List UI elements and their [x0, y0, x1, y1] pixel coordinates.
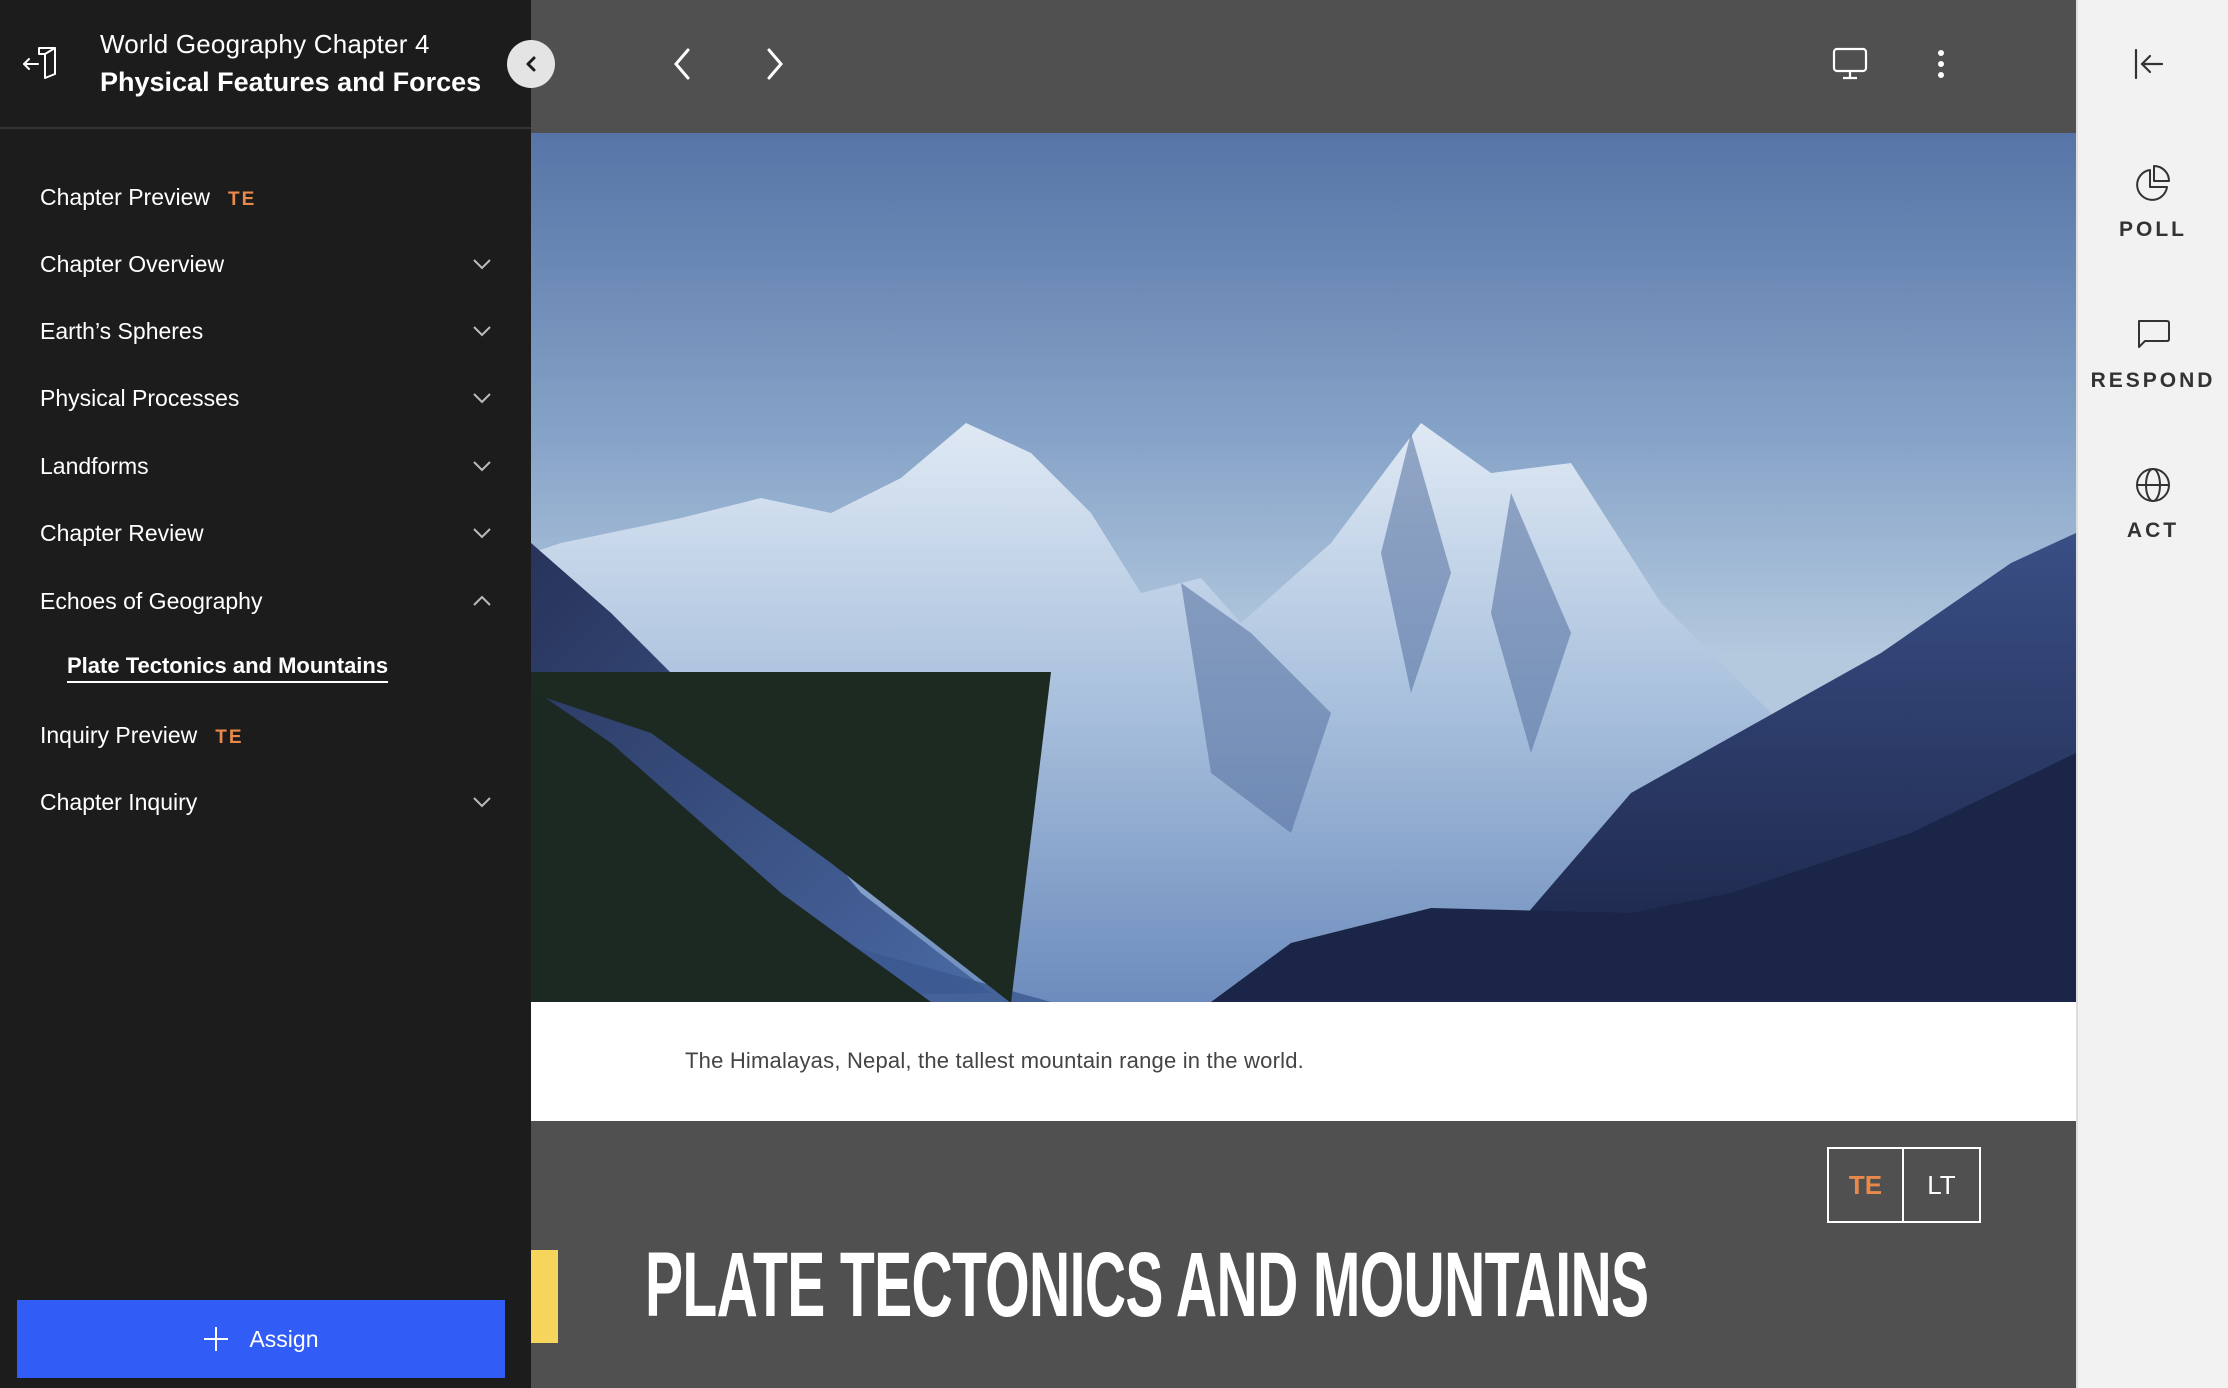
sidebar-subitem-label-active: Plate Tectonics and Mountains [67, 653, 389, 683]
chevron-down-icon [473, 528, 491, 539]
sidebar-item-chapter-review[interactable]: Chapter Review [0, 503, 531, 563]
next-page-button[interactable] [755, 44, 795, 84]
sidebar-item-label: Chapter Review [40, 519, 204, 546]
lt-toggle-button[interactable]: LT [1904, 1149, 1979, 1221]
sidebar-item-label: Physical Processes [40, 384, 240, 411]
sidebar-item-label: Echoes of Geography [40, 587, 263, 614]
chapter-title: Physical Features and Forces [100, 67, 482, 97]
sidebar-item-physical-processes[interactable]: Physical Processes [0, 368, 531, 428]
sidebar-item-chapter-preview[interactable]: Chapter Preview TE [0, 167, 531, 227]
sidebar-item-inquiry-preview[interactable]: Inquiry Preview TE [0, 705, 531, 765]
tools-panel: POLL RESPOND ACT [2076, 0, 2228, 1388]
respond-tool[interactable]: RESPOND [2078, 315, 2228, 425]
sidebar: World Geography Chapter 4 Physical Featu… [0, 0, 555, 1388]
section-header: TE LT PLATE TECTONICS AND MOUNTAINS [531, 1121, 2076, 1388]
exit-book-icon[interactable] [22, 44, 62, 84]
chat-bubble-icon [2138, 320, 2170, 348]
te-badge: TE [228, 188, 257, 210]
chevron-down-icon [473, 259, 491, 270]
main-content: The Himalayas, Nepal, the tallest mounta… [531, 0, 2076, 1388]
book-title: World Geography Chapter 4 [100, 29, 430, 59]
act-label: ACT [2126, 519, 2180, 542]
edition-toggle: TE LT [1827, 1147, 1981, 1223]
sidebar-subitem-plate-tectonics[interactable]: Plate Tectonics and Mountains [0, 638, 531, 698]
sidebar-item-label: Earth’s Spheres [40, 317, 204, 344]
plus-icon [204, 1327, 229, 1351]
poll-label: POLL [2119, 218, 2187, 241]
chevron-up-icon [473, 595, 491, 606]
section-accent-bar [531, 1250, 558, 1343]
te-toggle-button[interactable]: TE [1829, 1149, 1904, 1221]
globe-icon [2136, 468, 2170, 502]
assign-button[interactable]: Assign [17, 1300, 505, 1378]
previous-page-button[interactable] [662, 44, 702, 84]
poll-tool[interactable]: POLL [2078, 164, 2228, 274]
collapse-sidebar-button[interactable] [507, 40, 555, 88]
pie-chart-icon [2136, 165, 2170, 201]
assign-label: Assign [249, 1325, 319, 1352]
sidebar-item-label: Chapter Inquiry [40, 788, 198, 815]
act-tool[interactable]: ACT [2078, 465, 2228, 575]
chevron-down-icon [473, 461, 491, 472]
te-badge: TE [215, 726, 244, 748]
sidebar-item-label: Inquiry Preview TE [40, 722, 244, 749]
chevron-down-icon [473, 393, 491, 404]
sidebar-item-landforms[interactable]: Landforms [0, 436, 531, 496]
sidebar-item-echoes-of-geography[interactable]: Echoes of Geography [0, 571, 531, 631]
caption-band: The Himalayas, Nepal, the tallest mounta… [531, 1002, 2076, 1121]
mountain-illustration [531, 133, 2076, 1002]
image-caption: The Himalayas, Nepal, the tallest mounta… [685, 1048, 1304, 1073]
more-options-button[interactable] [1921, 44, 1961, 84]
chevron-down-icon [473, 797, 491, 808]
sidebar-item-text: Chapter Preview [40, 183, 211, 210]
sidebar-item-text: Inquiry Preview [40, 721, 198, 748]
chevron-right-icon [767, 48, 783, 80]
sidebar-header: World Geography Chapter 4 Physical Featu… [0, 0, 531, 129]
chevron-left-icon [526, 56, 536, 72]
sidebar-item-earths-spheres[interactable]: Earth’s Spheres [0, 301, 531, 361]
sidebar-item-label: Landforms [40, 452, 149, 479]
hero-image [531, 133, 2076, 1002]
collapse-panel-icon[interactable] [2126, 44, 2170, 84]
respond-label: RESPOND [2090, 369, 2216, 392]
chevron-down-icon [473, 326, 491, 337]
sidebar-item-chapter-inquiry[interactable]: Chapter Inquiry [0, 772, 531, 832]
sidebar-item-label: Chapter Overview [40, 250, 225, 277]
sidebar-item-chapter-overview[interactable]: Chapter Overview [0, 234, 531, 294]
chevron-left-icon [674, 48, 690, 80]
present-button[interactable] [1830, 44, 1870, 84]
more-vertical-icon [1938, 50, 1944, 78]
section-title: PLATE TECTONICS AND MOUNTAINS [645, 1234, 1649, 1336]
reader-toolbar [531, 0, 2076, 133]
monitor-icon [1832, 47, 1868, 80]
sidebar-item-label: Chapter Preview TE [40, 184, 256, 211]
